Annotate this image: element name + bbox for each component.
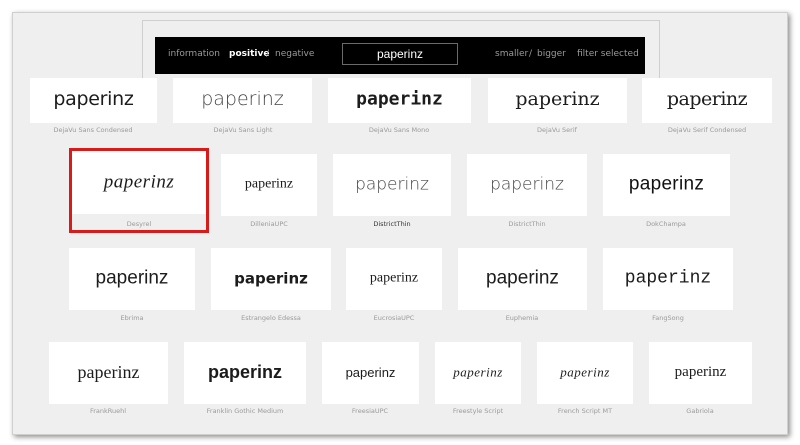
font-name: Euphemia (505, 314, 539, 322)
information-link[interactable]: information (168, 49, 220, 60)
negative-toggle[interactable]: negative (275, 49, 314, 60)
filter-selected-button[interactable]: filter selected (577, 49, 639, 60)
font-card[interactable]: paperinz (488, 78, 627, 123)
font-sample: paperinz (345, 365, 396, 381)
font-card[interactable]: paperinz (537, 342, 633, 404)
font-name: FreesiaUPC (351, 407, 389, 415)
font-card[interactable]: paperinz (69, 248, 195, 310)
font-sample: paperinz (77, 362, 140, 383)
font-card[interactable]: paperinz (328, 78, 471, 123)
font-sample: paperinz (628, 173, 705, 195)
font-name: FangSong (652, 314, 684, 322)
font-card[interactable]: paperinz (467, 154, 587, 216)
bigger-button[interactable]: bigger (537, 49, 566, 60)
font-sample: paperinz (207, 362, 282, 383)
font-name: Freestyle Script (452, 407, 504, 415)
font-name: DejaVu Serif Condensed (667, 126, 747, 134)
font-card[interactable]: paperinz (649, 342, 752, 404)
font-sample: paperinz (624, 268, 712, 289)
font-sample: paperinz (244, 176, 294, 192)
font-name: DejaVu Sans Condensed (53, 126, 133, 134)
font-name: DilleniaUPC (250, 220, 288, 228)
font-name: DejaVu Sans Light (213, 126, 273, 134)
font-card[interactable]: paperinz (184, 342, 306, 404)
font-name: EucrosiaUPC (373, 314, 415, 322)
font-name: Gabriola (686, 407, 714, 415)
font-card[interactable]: paperinz (458, 248, 587, 310)
font-sample: paperinz (201, 87, 284, 110)
font-name: Franklin Gothic Medium (206, 407, 284, 415)
smaller-button[interactable]: smaller (495, 49, 528, 60)
font-name: DejaVu Serif (537, 126, 577, 134)
font-sample: paperinz (369, 270, 419, 286)
sample-text-input[interactable]: paperinz (342, 43, 458, 65)
font-name: DokChampa (646, 220, 686, 228)
font-sample: paperinz (356, 87, 443, 109)
font-card[interactable]: paperinz (603, 154, 730, 216)
font-sample: paperinz (453, 364, 503, 380)
font-sample: paperinz (560, 364, 610, 380)
font-name: DejaVu Sans Mono (368, 126, 430, 134)
font-card[interactable]: paperinz (322, 342, 419, 404)
font-name: FrankRuehl (89, 407, 127, 415)
font-name: DistrictThin (508, 220, 546, 228)
font-sample: paperinz (53, 87, 134, 110)
toolbar: information positive / negative paperinz… (155, 37, 645, 74)
font-card[interactable]: paperinz (603, 248, 733, 310)
font-sample: paperinz (95, 267, 169, 289)
font-card[interactable]: paperinz (642, 78, 772, 123)
font-name: French Script MT (557, 407, 613, 415)
font-card[interactable]: paperinz (221, 154, 317, 216)
font-card[interactable]: paperinz (30, 78, 157, 123)
font-card[interactable]: paperinz (211, 248, 331, 310)
positive-toggle[interactable]: positive (229, 49, 269, 60)
separator: / (529, 49, 533, 59)
font-name: Ebrima (120, 314, 144, 322)
font-sample: paperinz (674, 364, 727, 381)
font-card[interactable]: paperinz (49, 342, 168, 404)
font-sample: paperinz (486, 267, 559, 289)
font-name: Estrangelo Edessa (241, 314, 301, 322)
font-card[interactable]: paperinz (346, 248, 442, 310)
font-sample: paperinz (490, 174, 564, 195)
font-sample: paperinz (234, 269, 308, 288)
font-sample: paperinz (515, 87, 600, 110)
selection-highlight (69, 148, 209, 233)
separator: / (266, 49, 270, 59)
font-card[interactable]: paperinz (333, 154, 451, 216)
font-sample: paperinz (666, 87, 748, 110)
font-card[interactable]: paperinz (173, 78, 312, 123)
font-sample: paperinz (355, 174, 429, 195)
font-card[interactable]: paperinz (435, 342, 521, 404)
font-name: DistrictThin (373, 220, 411, 228)
